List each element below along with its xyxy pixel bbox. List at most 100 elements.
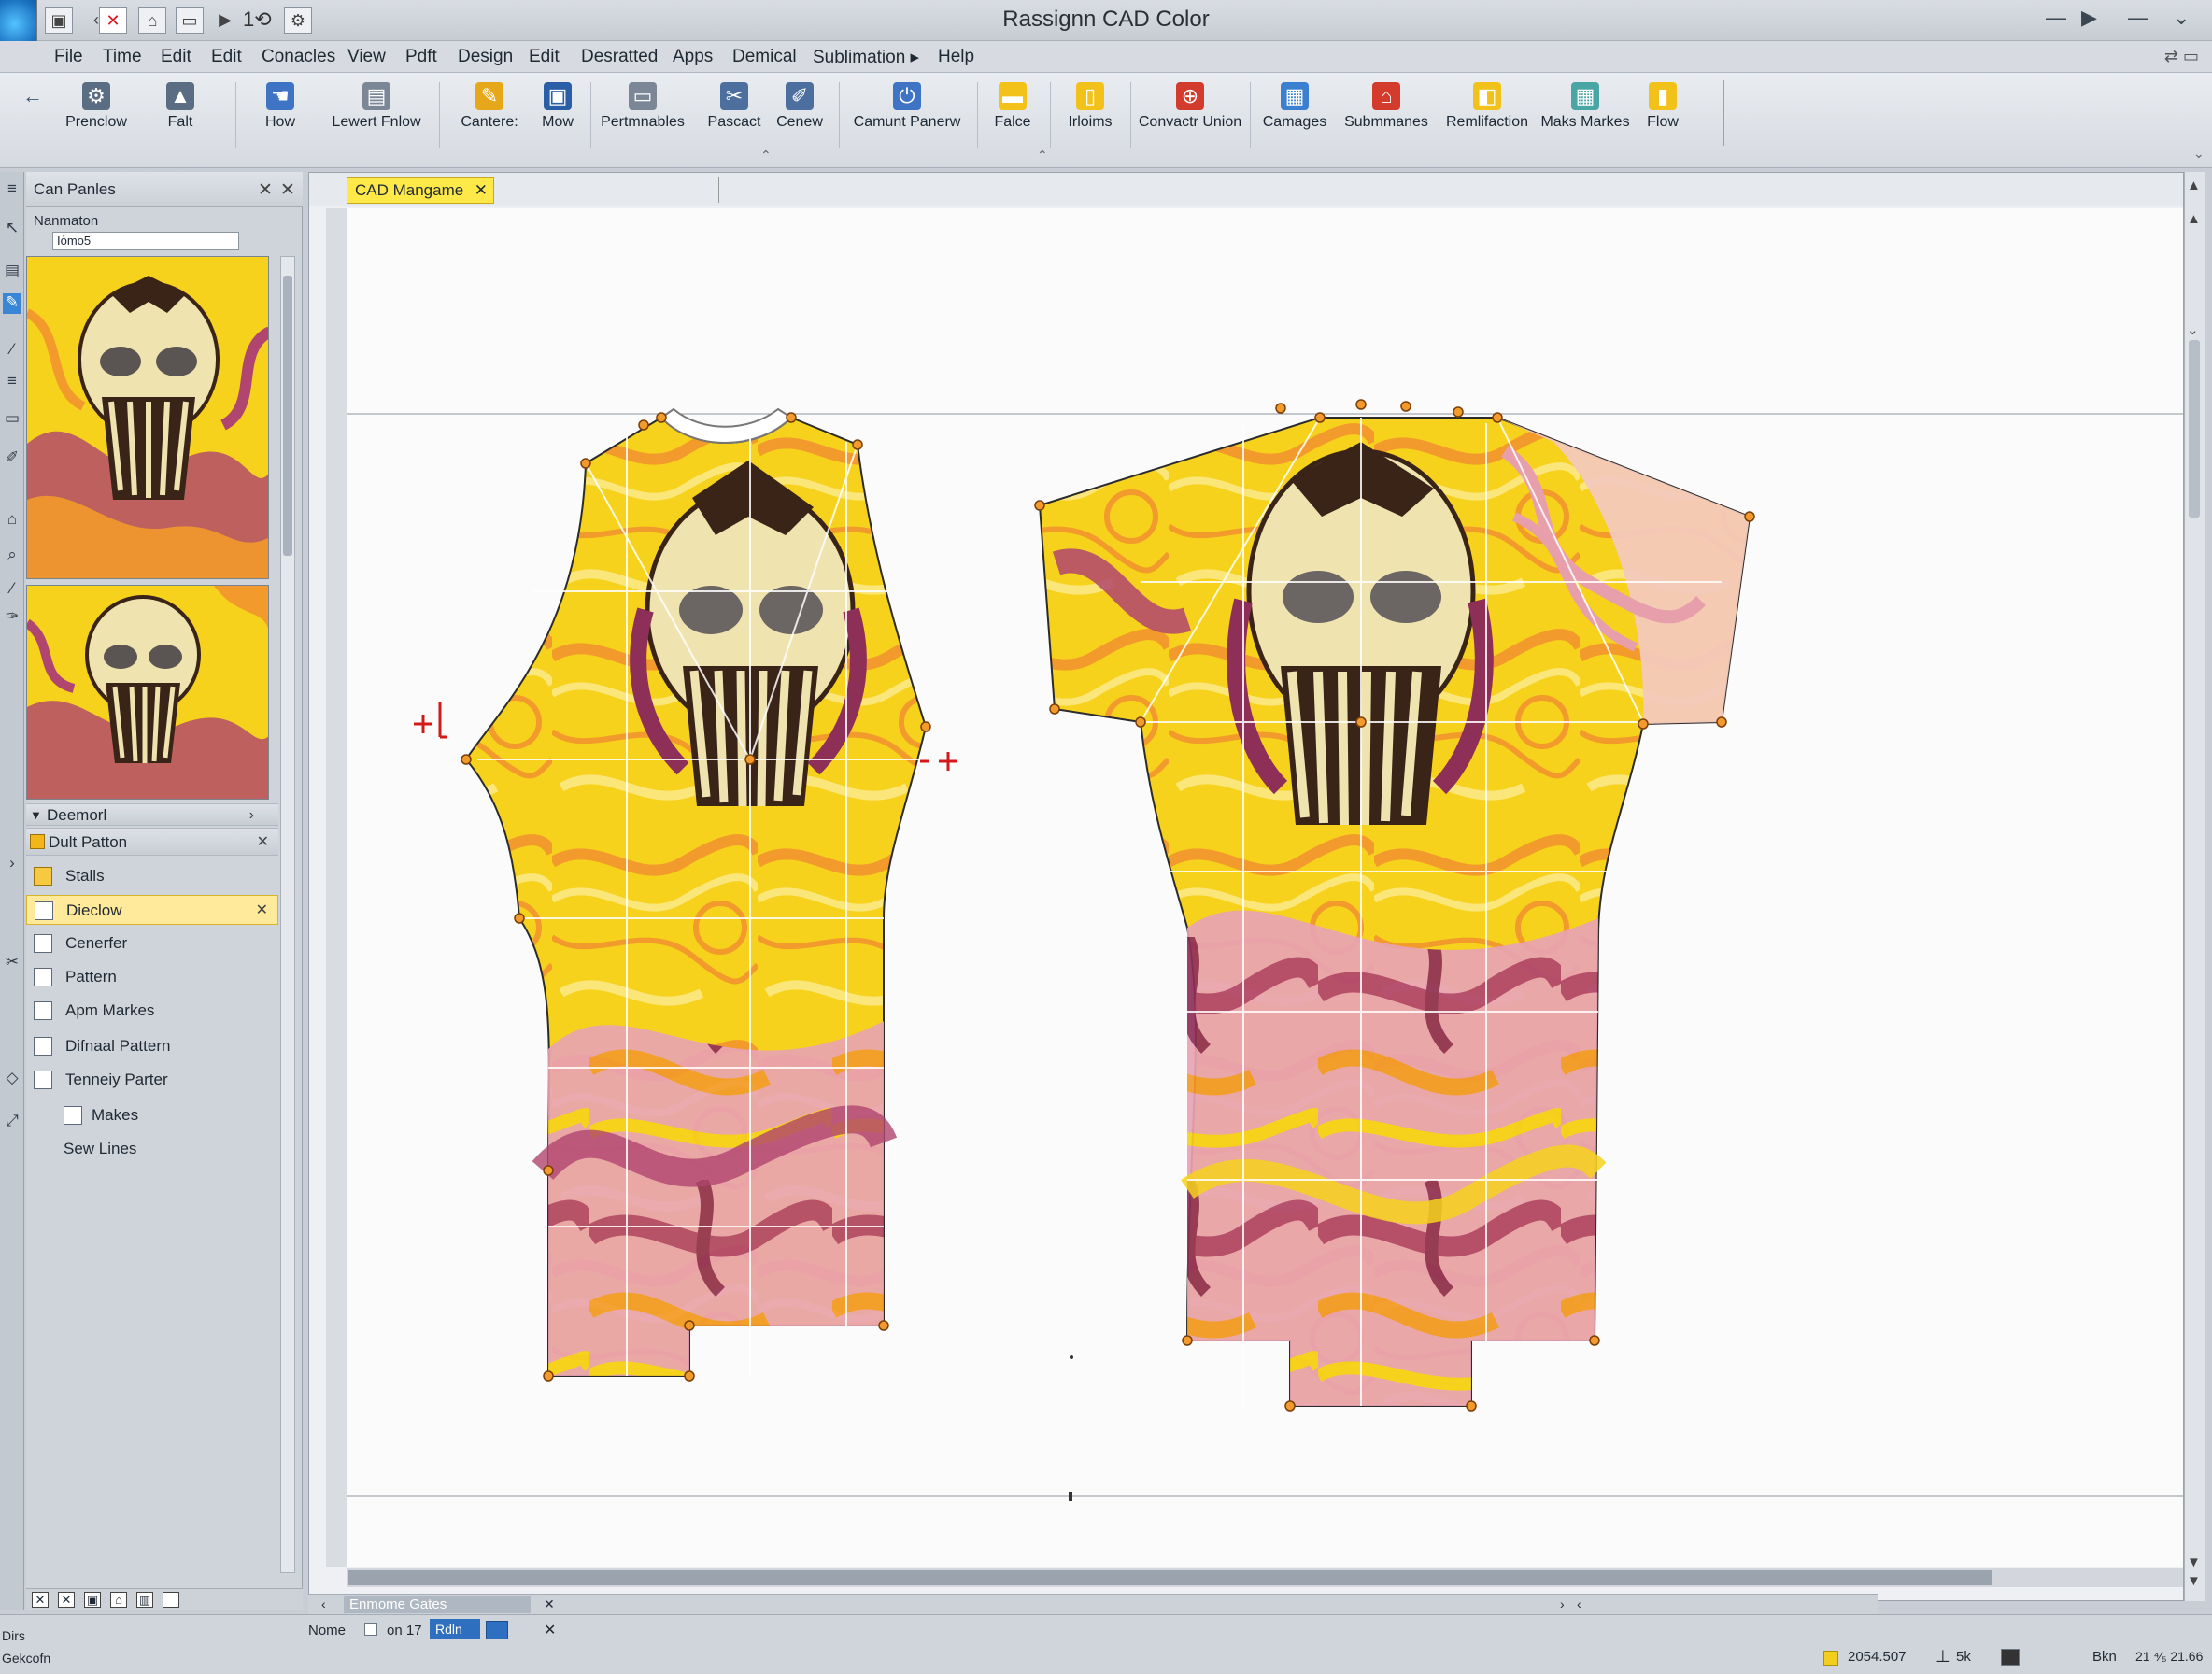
garment-drawing[interactable] [347,208,2183,1567]
cut-tool-icon[interactable]: ✂ [3,953,21,973]
minimize-icon[interactable]: — [2046,6,2066,30]
tree-item-sew-lines[interactable]: Sew Lines [26,1134,278,1164]
print-tool-icon[interactable]: ▭ [3,409,21,430]
ribbon-button-16[interactable]: ▦ Maks Markes [1539,78,1631,131]
tree-item-makes[interactable]: Makes [26,1100,278,1130]
tab-close-icon[interactable]: ✕ [475,178,488,203]
ribbon-button-14[interactable]: ⌂ Submmanes [1340,78,1433,131]
horizontal-scrollbar[interactable] [347,1568,2183,1587]
status-field[interactable]: Rdln [430,1619,480,1639]
menu-time[interactable]: Time [103,47,142,67]
ribbon-collapse-icon[interactable]: ⌄ [2193,146,2205,162]
garment-piece-back[interactable] [1034,399,1755,1412]
ribbon-button-13[interactable]: ▦ Camages [1257,78,1332,131]
ribbon-button-1[interactable]: ▲ Falt [149,78,211,131]
tree-item-apm-markes[interactable]: Apm Markes [26,996,278,1026]
footer-picture-icon[interactable]: ▥ [136,1592,153,1608]
panel-scrollbar-thumb[interactable] [283,276,292,556]
pattern-thumbnail-1[interactable] [26,256,269,579]
needle-tool-icon[interactable]: ✑ [3,607,21,628]
ribbon-button-9[interactable]: ⏻ Camunt Panerw [846,78,968,131]
menu-conacles[interactable]: Conacles [262,47,335,67]
tree-item-difnaal-pattern[interactable]: Difnaal Pattern [26,1031,278,1061]
footer-close-icon[interactable]: ✕ [32,1592,49,1608]
pattern-thumbnail-2[interactable] [26,585,269,800]
menu-pdft[interactable]: Pdft [405,47,437,67]
garment-piece-front[interactable] [414,407,957,1382]
subtab-left-2-icon[interactable]: ‹ [1577,1596,1581,1611]
vertical-scrollbar-thumb[interactable] [2189,340,2200,518]
subheader-close-icon[interactable]: ✕ [257,829,269,857]
scroll-down-icon[interactable]: ▼ [2187,1554,2201,1570]
subtab-left-icon[interactable]: ‹ [321,1596,326,1611]
ribbon-button-11[interactable]: ▯ Irloims [1057,78,1123,131]
panel-close-all-icon[interactable]: ✕ [280,179,295,201]
subtab-close-icon[interactable]: ✕ [544,1596,555,1612]
ribbon-button-5[interactable]: ▣ Mow [532,78,583,131]
menu-edit-3[interactable]: Edit [529,47,560,67]
transform-tool-icon[interactable]: ⤢ [3,1112,21,1132]
subtab-right-icon[interactable]: › [1560,1596,1565,1611]
ribbon-button-17[interactable]: ▮ Flow [1637,78,1689,131]
knife-tool-icon[interactable]: ⁄ [3,579,21,600]
menu-design[interactable]: Design [458,47,513,67]
ribbon-button-6[interactable]: ▭ Pertmnables [596,78,689,131]
ribbon-button-15[interactable]: ◧ Remlifaction [1439,78,1536,131]
vertical-scrollbar[interactable]: ▲ ▲ ⌄ ▼ ▼ [2184,172,2205,1601]
section-expand-icon[interactable]: › [249,804,254,827]
grid-toggle-icon[interactable] [2001,1649,2020,1666]
ribbon-button-3[interactable]: ▤ Lewert Fnlow [323,78,430,131]
menubar-options-icon[interactable]: ⇄ ▭ [2164,47,2199,66]
ribbon-button-12[interactable]: ⊕ Convactr Union [1136,78,1244,131]
menu-help[interactable]: Help [938,47,974,67]
menu-demical[interactable]: Demical [732,47,797,67]
ribbon-button-2[interactable]: ☚ How [252,78,308,131]
tree-item-dieclow[interactable]: Dieclow ✕ [26,895,278,925]
menu-desratted[interactable]: Desratted [581,47,658,67]
status-close-icon[interactable]: ✕ [544,1621,556,1639]
menu-tool-icon[interactable]: ≡ [3,372,21,392]
scroll-up-small-icon[interactable]: ▲ [2187,211,2201,227]
lock-icon[interactable]: ⊥ [1936,1647,1950,1667]
horizontal-scrollbar-thumb[interactable] [348,1570,1992,1585]
menu-edit-2[interactable]: Edit [211,47,242,67]
panel-close-icon[interactable]: ✕ [258,179,273,201]
tree-item-cenerfer[interactable]: Cenerfer [26,929,278,958]
panel-scrollbar[interactable] [280,256,295,1573]
back-arrow-button[interactable]: ← [17,78,49,114]
arrow-tool-icon[interactable]: ↖ [3,219,21,239]
tree-item-pattern[interactable]: Pattern [26,962,278,992]
shape-tool-icon[interactable]: ◇ [3,1069,21,1089]
zoom-tool-icon[interactable]: ⌕ [3,546,21,566]
line-tool-icon[interactable]: ⁄ [3,340,21,361]
subtab-enmome-gates[interactable]: Enmome Gates [344,1596,531,1613]
ribbon-group-expand-icon[interactable]: ⌃ [760,148,772,163]
subheader-dult-patton[interactable]: Dult Patton ✕ [26,828,278,856]
footer-blank-icon[interactable] [163,1592,179,1608]
ribbon-group-expand-icon[interactable]: ⌃ [1037,148,1048,163]
menu-apps[interactable]: Apps [673,47,713,67]
tree-item-stalls[interactable]: Stalls [26,861,278,891]
scroll-down-small-icon[interactable]: ⌄ [2187,321,2199,338]
footer-image-icon[interactable]: ⌂ [110,1592,127,1608]
ribbon-button-7[interactable]: ✂ Pascact [699,78,770,131]
footer-save-icon[interactable]: ▣ [84,1592,101,1608]
section-header[interactable]: ▼ Deemorl › [26,803,278,826]
navigation-input[interactable]: Iòmo5 [52,232,239,250]
footer-delete-icon[interactable]: ✕ [58,1592,75,1608]
pattern-canvas[interactable] [347,208,2183,1567]
tab-cad-mangame[interactable]: CAD Mangame ✕ [347,177,494,204]
scroll-up-icon[interactable]: ▲ [2187,177,2201,193]
menu-chevron-icon[interactable]: ⌄ [2173,6,2190,30]
ribbon-button-0[interactable]: ⚙ Prenclow [54,78,138,131]
comment-icon[interactable] [486,1621,508,1639]
ribbon-button-4[interactable]: ✎ Cantere: [452,78,527,131]
menu-edit[interactable]: Edit [161,47,191,67]
ribbon-button-10[interactable]: ▬ Falce [985,78,1041,131]
menu-view[interactable]: View [347,47,386,67]
scroll-bottom-icon[interactable]: ▼ [2187,1573,2201,1589]
brush-tool-icon[interactable]: ✐ [3,448,21,469]
tree-item-tenneiy-parter[interactable]: Tenneiy Parter [26,1065,278,1095]
pen-tool-icon[interactable]: ✎ [3,293,21,314]
layout-tool-icon[interactable]: ▤ [3,262,21,282]
